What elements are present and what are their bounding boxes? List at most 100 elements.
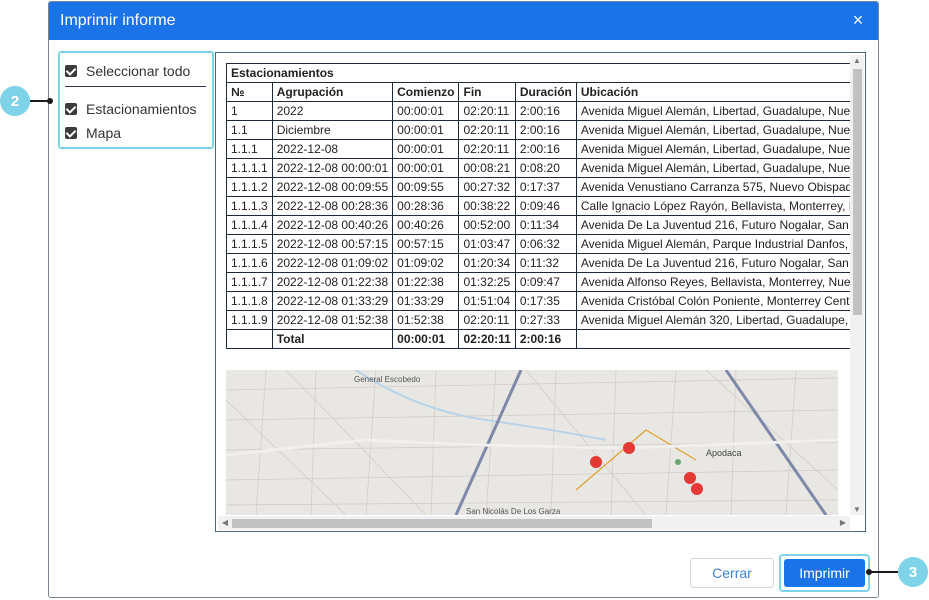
map-label-san-nicolas: San Nicolás De Los Garza [466, 507, 561, 515]
table-row: 1.1.1.1 2022-12-08 00:00:01 00:00:01 00:08:… [226, 158, 850, 178]
column-header: № [226, 82, 273, 102]
table-cell: 0:17:37 [514, 177, 577, 197]
table-cell: 02:20:11 [458, 120, 516, 140]
table-cell: 2022-12-08 00:57:15 [271, 234, 394, 254]
table-cell: 2022-12-08 00:09:55 [271, 177, 394, 197]
table-cell: 00:38:22 [458, 196, 516, 216]
table-cell: 2022-12-08 00:00:01 [271, 158, 394, 178]
table-cell: 2022-12-08 01:09:02 [271, 253, 394, 273]
table-cell: 01:51:04 [458, 291, 516, 311]
table-cell: Avenida Cristóbal Colón Poniente, Monter… [575, 291, 850, 311]
table-cell: 01:52:38 [392, 310, 460, 330]
select-all-label: Seleccionar todo [86, 63, 191, 79]
table-cell: 1.1.1.4 [226, 215, 273, 235]
table-body: 1 2022 00:00:01 02:20:11 2:00:16 Avenida Migu… [226, 101, 850, 330]
table-row: 1.1.1.4 2022-12-08 00:40:26 00:40:26 00:52:… [226, 215, 850, 235]
table-cell: 2022-12-08 01:22:38 [271, 272, 394, 292]
column-header: Duración [514, 82, 577, 102]
map-graphic [226, 370, 838, 515]
table-row: 1.1.1.2 2022-12-08 00:09:55 00:09:55 00:27:… [226, 177, 850, 197]
horizontal-scrollbar[interactable]: ◀ ▶ [218, 516, 850, 530]
table-cell: 1.1.1.5 [226, 234, 273, 254]
scroll-right-icon[interactable]: ▶ [836, 518, 850, 527]
vertical-scrollbar[interactable]: ▲ ▼ [850, 55, 864, 515]
table-cell: 00:00:01 [392, 158, 460, 178]
scroll-up-icon[interactable]: ▲ [850, 56, 864, 65]
column-header: Comienzo [392, 82, 460, 102]
table-header-row: № Agrupación Comienzo Fin Duración Ubica… [226, 82, 850, 102]
table-cell: 2022-12-08 00:28:36 [271, 196, 394, 216]
table-cell: 2022 [271, 101, 394, 121]
table-row: 1.1.1 2022-12-08 00:00:01 02:20:11 2:00:16 Av… [226, 139, 850, 159]
table-cell: 01:22:38 [392, 272, 460, 292]
table-cell: Total [271, 329, 394, 349]
table-cell: 1 [226, 101, 273, 121]
horizontal-scroll-thumb[interactable] [232, 519, 652, 528]
table-cell: Avenida Miguel Alemán, Parque Industrial… [575, 234, 850, 254]
table-cell: 2022-12-08 [271, 139, 394, 159]
callout-dot [866, 569, 872, 575]
scroll-left-icon[interactable]: ◀ [218, 518, 232, 527]
report-preview[interactable]: Estacionamientos № Agrupación Comienzo F… [215, 52, 866, 532]
print-report-dialog: Imprimir informe × Seleccionar todo Esta… [48, 1, 879, 598]
table-cell: 01:09:02 [392, 253, 460, 273]
table-cell: 1.1.1.8 [226, 291, 273, 311]
dialog-title: Imprimir informe [60, 12, 176, 29]
table-cell: Avenida Venustiano Carranza 575, Nuevo O… [575, 177, 850, 197]
print-button[interactable]: Imprimir [784, 559, 865, 587]
table-cell: 1.1.1.9 [226, 310, 273, 330]
table-cell: 2022-12-08 01:33:29 [271, 291, 394, 311]
table-cell: 1.1.1 [226, 139, 273, 159]
column-header: Ubicación [575, 82, 850, 102]
table-cell: 02:20:11 [458, 310, 516, 330]
vertical-scroll-thumb[interactable] [853, 69, 862, 315]
table-cell: 0:11:34 [514, 215, 577, 235]
table-cell: Avenida Miguel Alemán, Libertad, Guadalu… [575, 101, 850, 121]
table-cell: 00:00:01 [392, 120, 460, 140]
table-cell: 2:00:16 [514, 101, 577, 121]
table-cell: 2:00:16 [514, 120, 577, 140]
table-cell: Calle Ignacio López Rayón, Bellavista, M… [575, 196, 850, 216]
table-cell: Avenida Miguel Alemán, Libertad, Guadalu… [575, 120, 850, 140]
table-row: 1.1.1.3 2022-12-08 00:28:36 00:28:36 00:38:… [226, 196, 850, 216]
table-cell: Avenida Alfonso Reyes, Bellavista, Monte… [575, 272, 850, 292]
report-table-wrap: Estacionamientos № Agrupación Comienzo F… [226, 63, 850, 349]
scroll-down-icon[interactable]: ▼ [850, 505, 864, 514]
checkbox-checked-icon[interactable] [65, 103, 77, 115]
table-cell: 01:20:34 [458, 253, 516, 273]
table-cell: 00:27:32 [458, 177, 516, 197]
print-button-highlight: Imprimir [779, 554, 870, 592]
table-row: 1.1.1.6 2022-12-08 01:09:02 01:09:02 01:20:… [226, 253, 850, 273]
table-row: 1.1 Diciembre 00:00:01 02:20:11 2:00:16 Aveni… [226, 120, 850, 140]
table-cell: 00:00:01 [392, 101, 460, 121]
table-cell: 00:28:36 [392, 196, 460, 216]
table-caption: Estacionamientos [226, 63, 850, 83]
table-cell: 0:09:47 [514, 272, 577, 292]
table-cell: 0:27:33 [514, 310, 577, 330]
table-caption-row: Estacionamientos [226, 63, 850, 83]
table-cell: 01:33:29 [392, 291, 460, 311]
callout-badge-2: 2 [0, 86, 30, 116]
map-label-apodaca: Apodaca [706, 448, 742, 458]
dialog-titlebar: Imprimir informe × [49, 2, 878, 40]
table-cell: 0:06:32 [514, 234, 577, 254]
table-cell: 01:03:47 [458, 234, 516, 254]
table-cell: 1.1.1.6 [226, 253, 273, 273]
select-all-option[interactable]: Seleccionar todo [65, 59, 212, 83]
option-estacionamientos[interactable]: Estacionamientos [65, 97, 212, 121]
map-view: General Escobedo Apodaca San Nicolás De … [226, 370, 838, 515]
table-cell: 0:08:20 [514, 158, 577, 178]
checkbox-checked-icon[interactable] [65, 65, 77, 77]
cancel-button[interactable]: Cerrar [690, 558, 774, 588]
table-cell: 2:00:16 [514, 329, 577, 349]
table-cell: 01:32:25 [458, 272, 516, 292]
table-cell: Avenida De La Juventud 216, Futuro Nogal… [575, 253, 850, 273]
option-mapa[interactable]: Mapa [65, 121, 212, 145]
callout-dot [47, 98, 53, 104]
table-cell: 1.1.1.3 [226, 196, 273, 216]
table-row: 1.1.1.8 2022-12-08 01:33:29 01:33:29 01:51:… [226, 291, 850, 311]
table-cell: 00:09:55 [392, 177, 460, 197]
table-cell: 1.1.1.1 [226, 158, 273, 178]
checkbox-checked-icon[interactable] [65, 127, 77, 139]
close-icon[interactable]: × [850, 11, 866, 29]
